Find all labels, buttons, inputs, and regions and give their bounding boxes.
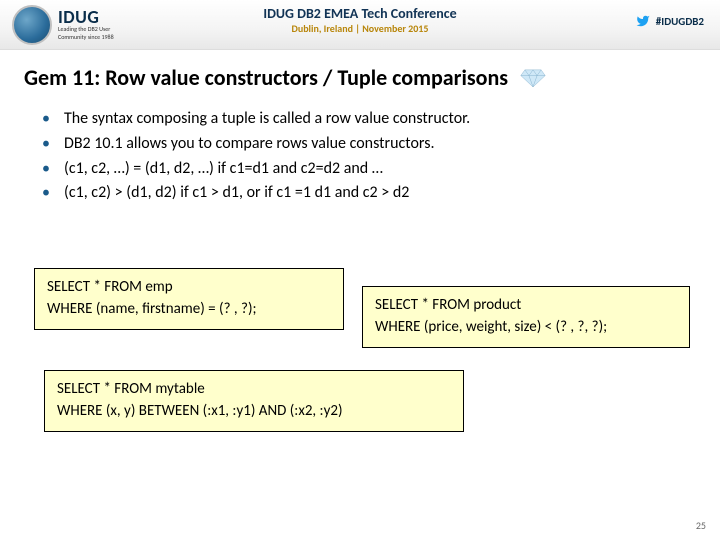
code-line: WHERE (price, weight, size) < (? , ?, ?)…	[375, 317, 677, 339]
idug-logo-text: IDUG Leading the DB2 User Community sinc…	[58, 8, 114, 40]
slide-title: Gem 11: Row value constructors / Tuple c…	[24, 64, 508, 91]
code-box-emp: SELECT * FROM emp WHERE (name, firstname…	[34, 268, 344, 330]
idug-globe-logo	[12, 5, 52, 45]
bullet-text: The syntax composing a tuple is called a…	[64, 107, 470, 132]
bullet-item: (c1, c2) > (d1, d2) if c1 > d1, or if c1…	[40, 181, 680, 206]
bullet-text: (c1, c2, …) = (d1, d2, …) if c1=d1 and c…	[64, 157, 383, 182]
bullet-text: (c1, c2) > (d1, d2) if c1 > d1, or if c1…	[64, 181, 409, 206]
page-number: 25	[696, 519, 706, 532]
code-line: WHERE (x, y) BETWEEN (:x1, :y1) AND (:x2…	[57, 401, 451, 423]
twitter-icon	[634, 14, 652, 28]
diamond-icon	[520, 68, 546, 88]
bullet-list: The syntax composing a tuple is called a…	[0, 97, 720, 206]
bullet-item: DB2 10.1 allows you to compare rows valu…	[40, 132, 680, 157]
conference-title-block: IDUG DB2 EMEA Tech Conference Dublin, Ir…	[263, 5, 456, 35]
bullet-item: (c1, c2, …) = (d1, d2, …) if c1=d1 and c…	[40, 157, 680, 182]
code-box-product: SELECT * FROM product WHERE (price, weig…	[362, 286, 690, 348]
org-tagline-2: Community since 1988	[58, 34, 114, 41]
slide-title-row: Gem 11: Row value constructors / Tuple c…	[0, 50, 720, 97]
code-line: SELECT * FROM product	[375, 295, 677, 317]
conference-title: IDUG DB2 EMEA Tech Conference	[263, 5, 456, 22]
slide-header: IDUG Leading the DB2 User Community sinc…	[0, 0, 720, 50]
bullet-item: The syntax composing a tuple is called a…	[40, 107, 680, 132]
code-line: SELECT * FROM mytable	[57, 379, 451, 401]
code-box-mytable: SELECT * FROM mytable WHERE (x, y) BETWE…	[44, 370, 464, 432]
hashtag-text: #IDUGDB2	[656, 15, 704, 28]
code-line: SELECT * FROM emp	[47, 277, 331, 299]
hashtag-block: #IDUGDB2	[634, 14, 704, 28]
conference-subtitle: Dublin, Ireland | November 2015	[263, 22, 456, 35]
bullet-text: DB2 10.1 allows you to compare rows valu…	[64, 132, 435, 157]
code-line: WHERE (name, firstname) = (? , ?);	[47, 299, 331, 321]
org-name: IDUG	[58, 8, 114, 26]
